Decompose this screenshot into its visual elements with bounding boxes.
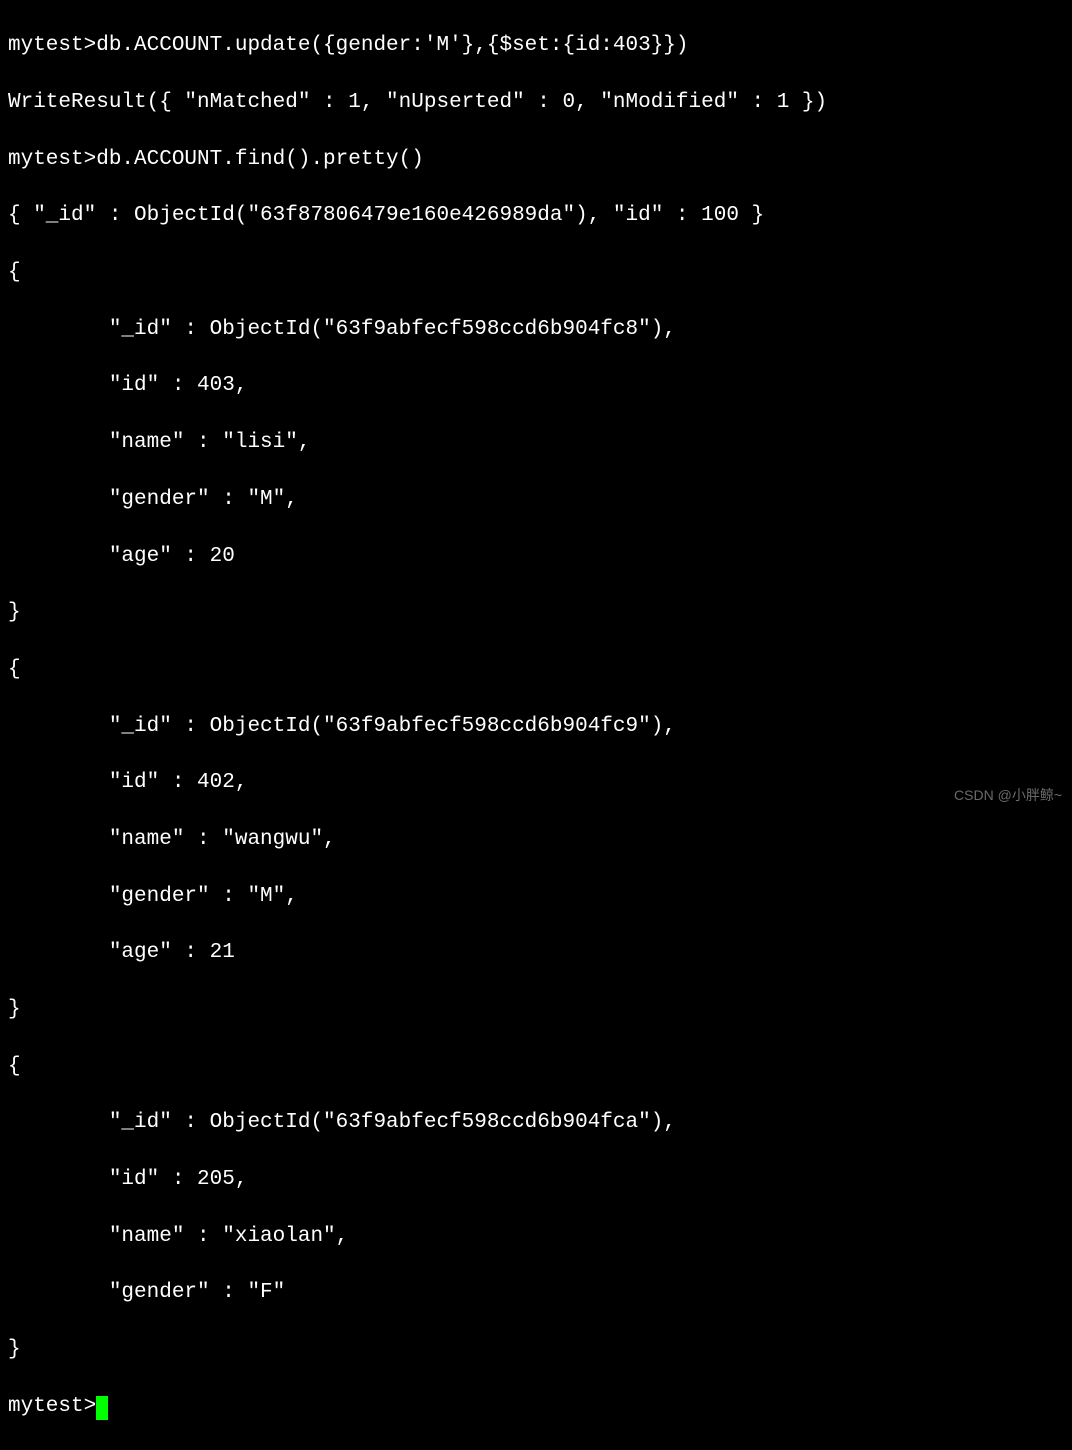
- terminal-line: mytest>db.ACCOUNT.find().pretty(): [8, 146, 1064, 174]
- terminal-line: "name" : "wangwu",: [8, 826, 1064, 854]
- terminal-line: "gender" : "M",: [8, 883, 1064, 911]
- terminal-line: }: [8, 1336, 1064, 1364]
- terminal-line: { "_id" : ObjectId("63f87806479e160e4269…: [8, 202, 1064, 230]
- terminal-line: }: [8, 996, 1064, 1024]
- terminal-line: "_id" : ObjectId("63f9abfecf598ccd6b904f…: [8, 316, 1064, 344]
- terminal-line: }: [8, 599, 1064, 627]
- terminal-prompt: mytest>: [8, 1395, 96, 1418]
- watermark: CSDN @小胖鲸~: [954, 786, 1062, 805]
- terminal-line: mytest>db.ACCOUNT.update({gender:'M'},{$…: [8, 32, 1064, 60]
- cursor-icon: [96, 1396, 108, 1420]
- terminal-line: WriteResult({ "nMatched" : 1, "nUpserted…: [8, 89, 1064, 117]
- terminal-line: "age" : 20: [8, 543, 1064, 571]
- terminal-line: "_id" : ObjectId("63f9abfecf598ccd6b904f…: [8, 713, 1064, 741]
- terminal-output[interactable]: mytest>db.ACCOUNT.update({gender:'M'},{$…: [8, 4, 1064, 1450]
- terminal-line: "age" : 21: [8, 939, 1064, 967]
- terminal-line: "name" : "lisi",: [8, 429, 1064, 457]
- terminal-prompt-line[interactable]: mytest>: [8, 1393, 1064, 1421]
- terminal-line: "gender" : "F": [8, 1279, 1064, 1307]
- terminal-line: "id" : 403,: [8, 372, 1064, 400]
- terminal-line: {: [8, 1053, 1064, 1081]
- terminal-line: "name" : "xiaolan",: [8, 1223, 1064, 1251]
- terminal-line: "_id" : ObjectId("63f9abfecf598ccd6b904f…: [8, 1109, 1064, 1137]
- terminal-line: "id" : 402,: [8, 769, 1064, 797]
- terminal-line: "id" : 205,: [8, 1166, 1064, 1194]
- terminal-line: {: [8, 259, 1064, 287]
- terminal-line: {: [8, 656, 1064, 684]
- terminal-line: "gender" : "M",: [8, 486, 1064, 514]
